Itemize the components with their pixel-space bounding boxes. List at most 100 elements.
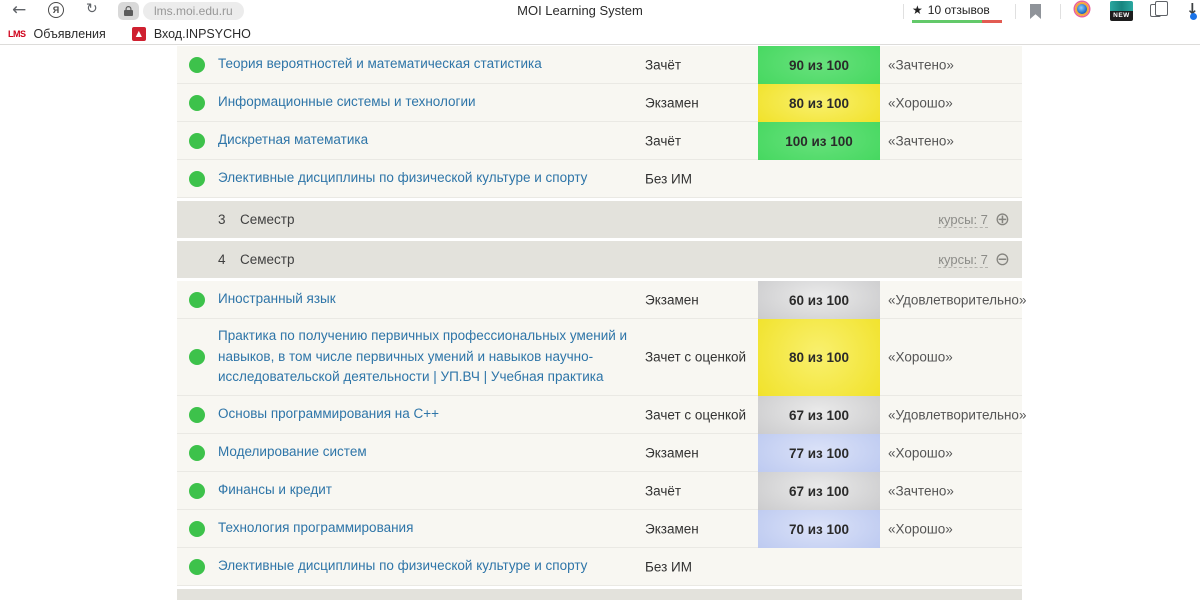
back-icon[interactable]: ← xyxy=(12,0,26,20)
status-dot-icon xyxy=(189,559,205,575)
semester-courses-link[interactable]: курсы: 7 xyxy=(938,212,988,228)
star-icon: ★ xyxy=(912,3,923,17)
score-badge: 90 из 100 xyxy=(758,46,880,84)
course-row: Дискретная математика Зачёт 100 из 100 «… xyxy=(177,122,1022,160)
bookmark-label: Вход.INPSYCHO xyxy=(154,27,251,41)
score-badge: 67 из 100 xyxy=(758,472,880,510)
extension-new-icon-art xyxy=(1110,1,1133,11)
course-row: Иностранный язык Экзамен 60 из 100 «Удов… xyxy=(177,281,1022,319)
control-type: Зачет с оценкой xyxy=(645,407,746,422)
course-link[interactable]: Моделирование систем xyxy=(218,442,630,463)
course-link[interactable]: Финансы и кредит xyxy=(218,480,630,501)
expand-toggle-icon[interactable]: ⊕ xyxy=(995,211,1010,229)
grade-text: «Хорошо» xyxy=(888,521,953,536)
grade-text: «Удовлетворительно» xyxy=(888,407,1026,422)
control-type: Экзамен xyxy=(645,445,699,460)
semester-label: Семестр xyxy=(240,212,295,227)
score-badge: 77 из 100 xyxy=(758,434,880,472)
course-link[interactable]: Дискретная математика xyxy=(218,130,630,151)
status-dot-icon xyxy=(189,445,205,461)
course-link[interactable]: Иностранный язык xyxy=(218,289,630,310)
semester-row: 3 Семестр курсы: 7 ⊕ xyxy=(177,201,1022,238)
yandex-profile-icon[interactable]: Я xyxy=(48,2,64,18)
bookmark-item-inpsycho[interactable]: ▲ Вход.INPSYCHO xyxy=(132,27,251,41)
course-link[interactable]: Технология программирования xyxy=(218,518,630,539)
extension-icon[interactable] xyxy=(1075,2,1089,16)
bookmark-item-announcements[interactable]: LMS Объявления xyxy=(8,27,106,41)
control-type: Без ИМ xyxy=(645,171,692,186)
status-dot-icon xyxy=(189,483,205,499)
status-dot-icon xyxy=(189,292,205,308)
control-type: Экзамен xyxy=(645,521,699,536)
status-dot-icon xyxy=(189,133,205,149)
score-badge: 80 из 100 xyxy=(758,319,880,396)
score-badge: 60 из 100 xyxy=(758,281,880,319)
control-type: Зачет с оценкой xyxy=(645,350,746,365)
status-dot-icon xyxy=(189,171,205,187)
bookmark-label: Объявления xyxy=(34,27,106,41)
control-type: Экзамен xyxy=(645,95,699,110)
score-badge: 67 из 100 xyxy=(758,396,880,434)
reviews-count: 10 отзывов xyxy=(928,3,990,17)
semester-courses-link[interactable]: курсы: 7 xyxy=(938,252,988,268)
course-link[interactable]: Информационные системы и технологии xyxy=(218,92,630,113)
score-badge: 100 из 100 xyxy=(758,122,880,160)
collections-icon[interactable] xyxy=(1150,4,1161,17)
score-badge: 70 из 100 xyxy=(758,510,880,548)
lock-icon[interactable] xyxy=(118,2,139,20)
download-badge-dot xyxy=(1190,13,1197,20)
score-badge: 80 из 100 xyxy=(758,84,880,122)
course-row: Элективные дисциплины по физической куль… xyxy=(177,160,1022,198)
lms-favicon-icon: LMS xyxy=(8,29,26,39)
course-row: Практика по получению первичных професси… xyxy=(177,319,1022,396)
toolbar-divider xyxy=(1060,4,1061,19)
course-row: Моделирование систем Экзамен 77 из 100 «… xyxy=(177,434,1022,472)
course-row: Элективные дисциплины по физической куль… xyxy=(177,548,1022,586)
reviews-widget[interactable]: ★ 10 отзывов xyxy=(912,3,990,17)
course-link[interactable]: Элективные дисциплины по физической куль… xyxy=(218,556,630,577)
bookmarks-bar: LMS Объявления ▲ Вход.INPSYCHO xyxy=(0,22,1200,45)
grade-text: «Хорошо» xyxy=(888,350,953,365)
semester-row: 5 Семестр курсы: 8 ⊕ xyxy=(177,589,1022,600)
expand-toggle-icon[interactable]: ⊖ xyxy=(995,251,1010,269)
course-row: Информационные системы и технологии Экза… xyxy=(177,84,1022,122)
refresh-icon[interactable]: ↻ xyxy=(86,1,98,17)
course-link[interactable]: Основы программирования на C++ xyxy=(218,404,630,425)
semester-label: Семестр xyxy=(240,252,295,267)
course-link[interactable]: Практика по получению первичных професси… xyxy=(218,326,630,389)
course-row: Теория вероятностей и математическая ста… xyxy=(177,46,1022,84)
grade-text: «Хорошо» xyxy=(888,445,953,460)
status-dot-icon xyxy=(189,57,205,73)
control-type: Зачёт xyxy=(645,57,681,72)
status-dot-icon xyxy=(189,407,205,423)
app-window: ← Я ↻ lms.moi.edu.ru MOI Learning System… xyxy=(0,0,1200,600)
status-dot-icon xyxy=(189,349,205,365)
url-text[interactable]: lms.moi.edu.ru xyxy=(143,2,244,20)
grade-text: «Зачтено» xyxy=(888,57,954,72)
address-bar[interactable]: lms.moi.edu.ru xyxy=(118,2,244,20)
gradebook-table: Теория вероятностей и математическая ста… xyxy=(177,46,1022,600)
grade-text: «Удовлетворительно» xyxy=(888,292,1026,307)
grade-text: «Хорошо» xyxy=(888,95,953,110)
control-type: Зачёт xyxy=(645,133,681,148)
page-title: MOI Learning System xyxy=(410,3,750,18)
toolbar-divider xyxy=(903,4,904,19)
control-type: Экзамен xyxy=(645,292,699,307)
course-link[interactable]: Элективные дисциплины по физической куль… xyxy=(218,168,630,189)
toolbar-divider xyxy=(1015,4,1016,19)
bookmark-flag-icon[interactable] xyxy=(1030,4,1041,19)
course-link[interactable]: Теория вероятностей и математическая ста… xyxy=(218,54,630,75)
new-badge: NEW xyxy=(1110,11,1133,21)
semester-row: 4 Семестр курсы: 7 ⊖ xyxy=(177,241,1022,278)
course-row: Основы программирования на C++ Зачет с о… xyxy=(177,396,1022,434)
control-type: Зачёт xyxy=(645,483,681,498)
course-row: Технология программирования Экзамен 70 и… xyxy=(177,510,1022,548)
grade-text: «Зачтено» xyxy=(888,483,954,498)
inpsycho-favicon-icon: ▲ xyxy=(132,27,146,41)
course-row: Финансы и кредит Зачёт 67 из 100 «Зачтен… xyxy=(177,472,1022,510)
status-dot-icon xyxy=(189,521,205,537)
status-dot-icon xyxy=(189,95,205,111)
extension-new-icon[interactable]: NEW xyxy=(1110,1,1133,21)
semester-number: 4 xyxy=(218,252,240,267)
semester-number: 3 xyxy=(218,212,240,227)
